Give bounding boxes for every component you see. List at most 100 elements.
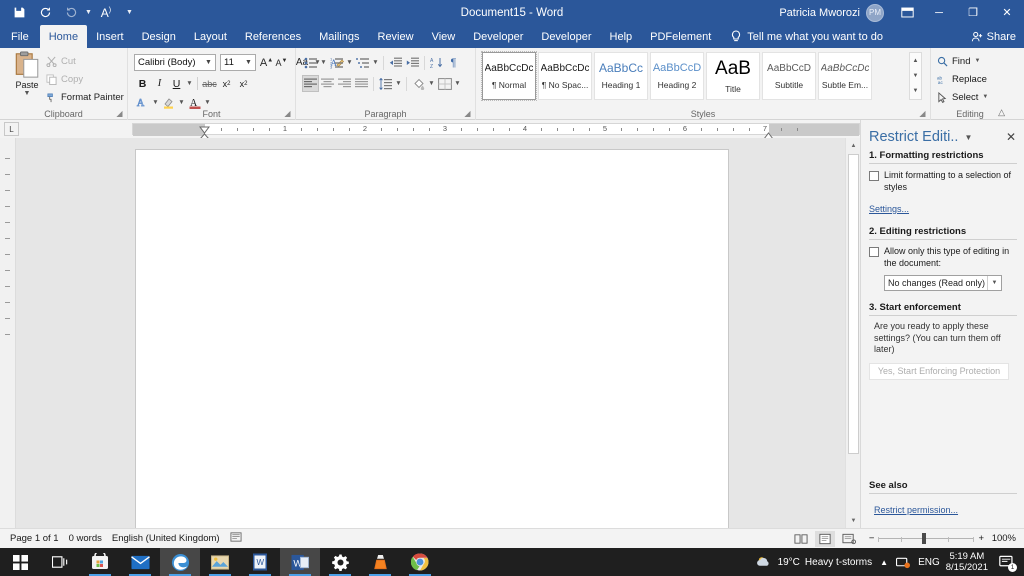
decrease-indent-button[interactable] [387, 54, 404, 71]
style-heading-1[interactable]: AaBbCc Heading 1 [594, 52, 648, 100]
customize-qat-icon[interactable]: ▼ [126, 9, 133, 16]
zoom-slider-handle[interactable] [922, 533, 926, 544]
numbering-button[interactable]: 1 2 3 [328, 54, 345, 71]
align-right-button[interactable] [336, 75, 353, 92]
limit-formatting-row[interactable]: Limit formatting to a selection of style… [869, 170, 1017, 193]
print-layout-button[interactable] [815, 531, 835, 547]
style-no-spacing[interactable]: AaBbCcDc ¶ No Spac... [538, 52, 592, 100]
zoom-slider[interactable] [878, 532, 974, 546]
tab-developer-2[interactable]: Developer [532, 25, 600, 48]
input-language[interactable]: ENG [918, 557, 940, 568]
format-painter-button[interactable]: Format Painter [46, 90, 124, 105]
tab-help[interactable]: Help [601, 25, 642, 48]
read-aloud-icon[interactable]: A) [94, 3, 118, 23]
weather-icon[interactable] [756, 555, 773, 569]
tab-home[interactable]: Home [40, 25, 87, 48]
notification-center-button[interactable]: 1 [994, 548, 1020, 576]
underline-dropdown-icon[interactable]: ▼ [185, 75, 194, 92]
line-spacing-button[interactable] [377, 75, 394, 92]
paste-dropdown-icon[interactable]: ▼ [24, 91, 31, 97]
allow-editing-row[interactable]: Allow only this type of editing in the d… [869, 246, 1017, 269]
avatar[interactable]: PM [866, 4, 884, 22]
proofing-errors-icon[interactable] [230, 531, 242, 546]
language-status[interactable]: English (United Kingdom) [112, 533, 220, 544]
vlc-icon[interactable] [360, 548, 400, 576]
tab-mailings[interactable]: Mailings [310, 25, 368, 48]
close-button[interactable]: ✕ [990, 0, 1024, 25]
tab-file[interactable]: File [0, 25, 40, 48]
ribbon-display-options-icon[interactable] [892, 0, 922, 25]
sort-button[interactable]: AZ [428, 54, 445, 71]
minimize-button[interactable]: ─ [922, 0, 956, 25]
bold-button[interactable]: B [134, 75, 151, 92]
vertical-ruler[interactable] [0, 138, 16, 528]
font-dialog-launcher[interactable]: ◢ [283, 109, 292, 118]
zoom-in-button[interactable]: + [978, 533, 984, 544]
shading-button[interactable] [410, 75, 427, 92]
editing-type-caret-icon[interactable]: ▼ [987, 276, 1001, 290]
web-layout-button[interactable] [839, 531, 859, 547]
ruler-strip[interactable]: 1 2 3 4 5 6 7 [132, 123, 860, 135]
superscript-button[interactable]: x2 [235, 75, 252, 92]
restore-button[interactable]: ❐ [956, 0, 990, 25]
increase-indent-button[interactable] [404, 54, 421, 71]
find-dropdown-icon[interactable]: ▼ [974, 58, 980, 64]
clock[interactable]: 5:19 AM 8/15/2021 [940, 551, 994, 573]
tab-developer[interactable]: Developer [464, 25, 532, 48]
multilevel-list-dropdown-icon[interactable]: ▼ [371, 54, 380, 71]
undo-dropdown-icon[interactable]: ▼ [85, 9, 92, 16]
font-name-caret-icon[interactable]: ▼ [203, 55, 214, 70]
replace-button[interactable]: ab ac Replace [937, 71, 987, 87]
save-icon[interactable] [7, 3, 31, 23]
select-dropdown-icon[interactable]: ▼ [982, 94, 988, 100]
restrict-permission-link[interactable]: Restrict permission... [874, 505, 958, 515]
scroll-up-button[interactable]: ▲ [846, 138, 861, 153]
align-left-button[interactable] [302, 75, 319, 92]
word-count-status[interactable]: 0 words [69, 533, 102, 544]
undo-icon[interactable] [59, 3, 83, 23]
pane-close-button[interactable]: ✕ [1002, 130, 1020, 144]
allow-editing-checkbox[interactable] [869, 247, 879, 257]
justify-button[interactable] [353, 75, 370, 92]
photos-icon[interactable] [200, 548, 240, 576]
page-number-status[interactable]: Page 1 of 1 [10, 533, 59, 544]
read-mode-button[interactable] [791, 531, 811, 547]
weather-temperature[interactable]: 19°C [778, 557, 800, 568]
chrome-icon[interactable] [400, 548, 440, 576]
font-name-combobox[interactable]: Calibri (Body) ▼ [134, 54, 216, 71]
font-size-combobox[interactable]: 11 ▼ [220, 54, 256, 71]
vertical-scrollbar[interactable]: ▲ ▼ [845, 138, 860, 528]
account-name[interactable]: Patricia Mworozi [779, 7, 860, 19]
task-view-button[interactable] [40, 548, 80, 576]
tab-pdfelement[interactable]: PDFelement [641, 25, 720, 48]
start-enforcing-protection-button[interactable]: Yes, Start Enforcing Protection [869, 363, 1009, 380]
select-button[interactable]: Select ▼ [937, 89, 988, 105]
style-title[interactable]: AaB Title [706, 52, 760, 100]
settings-link[interactable]: Settings... [869, 204, 909, 214]
pane-options-caret-icon[interactable]: ▼ [964, 133, 972, 142]
tell-me-box[interactable]: Tell me what you want to do [730, 25, 883, 48]
word-icon[interactable]: W [280, 548, 320, 576]
tab-references[interactable]: References [236, 25, 310, 48]
styles-scroll-up-button[interactable]: ▲ [910, 53, 921, 68]
grow-font-button[interactable]: A▲ [259, 54, 274, 71]
start-button[interactable] [0, 548, 40, 576]
align-center-button[interactable] [319, 75, 336, 92]
subscript-button[interactable]: x2 [218, 75, 235, 92]
settings-icon[interactable] [320, 548, 360, 576]
styles-more-button[interactable]: ▼ [910, 84, 921, 99]
styles-dialog-launcher[interactable]: ◢ [918, 109, 927, 118]
tab-insert[interactable]: Insert [87, 25, 133, 48]
shading-dropdown-icon[interactable]: ▼ [427, 75, 436, 92]
style-heading-2[interactable]: AaBbCcD Heading 2 [650, 52, 704, 100]
cut-button[interactable]: Cut [46, 54, 76, 69]
zoom-level[interactable]: 100% [988, 533, 1016, 544]
line-spacing-dropdown-icon[interactable]: ▼ [394, 75, 403, 92]
collapse-ribbon-button[interactable]: △ [998, 107, 1005, 118]
show-hidden-icons-chevron-icon[interactable]: ▲ [880, 558, 888, 567]
bullets-dropdown-icon[interactable]: ▼ [319, 54, 328, 71]
show-formatting-marks-button[interactable]: ¶ [445, 54, 462, 71]
repeat-icon[interactable] [33, 3, 57, 23]
scroll-down-button[interactable]: ▼ [846, 513, 861, 528]
numbering-dropdown-icon[interactable]: ▼ [345, 54, 354, 71]
